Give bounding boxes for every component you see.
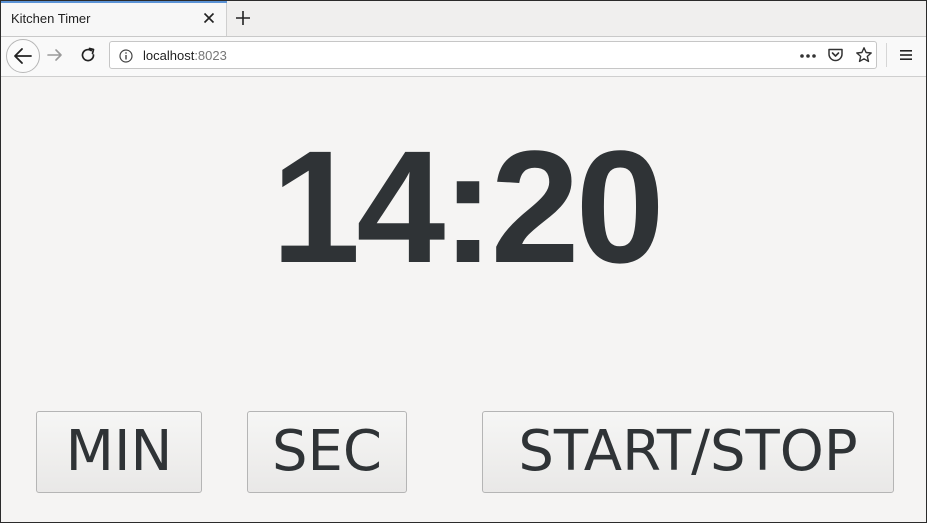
arrow-left-icon <box>14 48 32 64</box>
back-button[interactable] <box>6 39 40 73</box>
start-stop-button[interactable]: START/STOP <box>482 411 894 493</box>
min-button[interactable]: MIN <box>36 411 202 493</box>
plus-icon[interactable] <box>234 9 252 27</box>
hamburger-menu-icon[interactable] <box>898 47 914 63</box>
tab-title: Kitchen Timer <box>11 11 91 26</box>
info-icon[interactable] <box>119 48 133 63</box>
sec-button[interactable]: SEC <box>247 411 407 493</box>
browser-window: Kitchen Timer localhost:8023 14:20 MIN S… <box>0 0 927 523</box>
reload-icon <box>81 47 95 62</box>
reload-button[interactable] <box>79 46 97 64</box>
url-text[interactable]: localhost:8023 <box>143 48 227 63</box>
active-tab-indicator <box>1 1 227 3</box>
tab-kitchen-timer[interactable]: Kitchen Timer <box>1 1 227 36</box>
url-port: :8023 <box>194 48 227 63</box>
more-icon[interactable] <box>798 48 818 62</box>
address-bar[interactable]: localhost:8023 <box>109 41 877 69</box>
forward-button[interactable] <box>46 46 64 64</box>
star-icon[interactable] <box>855 46 873 64</box>
arrow-right-icon <box>47 49 62 61</box>
toolbar-separator <box>886 43 887 67</box>
tab-strip: Kitchen Timer <box>1 1 926 37</box>
page-content: 14:20 MIN SEC START/STOP <box>1 77 926 522</box>
navigation-toolbar: localhost:8023 <box>1 37 926 77</box>
pocket-icon[interactable] <box>827 47 844 63</box>
timer-display: 14:20 <box>271 117 664 296</box>
url-host: localhost <box>143 48 195 63</box>
close-icon[interactable] <box>201 10 217 26</box>
